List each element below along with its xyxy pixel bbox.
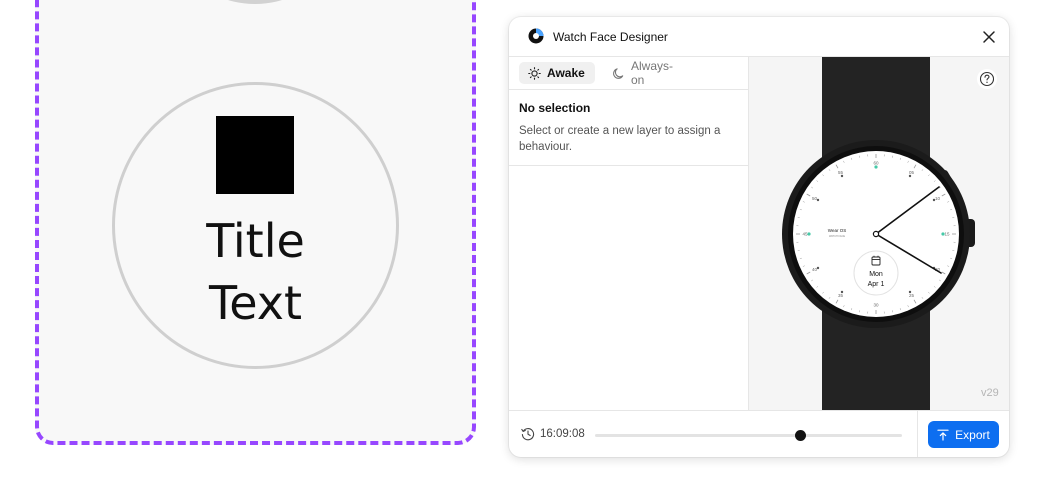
dial-number: 40: [812, 267, 818, 272]
dial-number: 50: [812, 196, 818, 201]
close-icon[interactable]: [980, 28, 998, 46]
current-time: 16:09:08: [540, 428, 585, 440]
history-clock-icon: [521, 428, 535, 441]
hands-pivot: [872, 230, 880, 238]
help-icon[interactable]: [977, 69, 997, 89]
brand-subtext: WATCH FACE: [829, 235, 845, 238]
tab-awake-label: Awake: [547, 66, 585, 80]
watch-preview-panel: 60 05 10 15 20 25 30 35 40 45 50 55 Wear OS WATCH F…: [749, 57, 1009, 410]
selection-info: No selection Select or create a new laye…: [509, 90, 749, 166]
moon-icon: [613, 67, 624, 79]
time-scrubber-handle[interactable]: [795, 430, 807, 441]
timeline-footer: 16:09:08 Export: [509, 410, 1009, 457]
dial-number: 25: [909, 293, 915, 298]
placeholder-image-square: [216, 116, 294, 194]
selection-title: No selection: [519, 101, 591, 115]
dial-number: 60: [873, 161, 879, 166]
window-titlebar: Watch Face Designer: [509, 17, 1009, 57]
tab-awake[interactable]: Awake: [519, 62, 595, 84]
dial-number: 45: [802, 232, 808, 237]
complication-day: Mon: [869, 271, 883, 278]
complication-date: Apr 1: [868, 281, 885, 288]
watch-preview: 600510152025303540455055 Wear OS WATCH F…: [782, 57, 975, 410]
dial-number: 55: [838, 170, 844, 175]
tab-always-on-label: Always-on: [631, 59, 674, 87]
brand-text: Wear OS: [828, 228, 846, 233]
dial-number: 05: [909, 170, 915, 175]
sun-icon: [528, 66, 541, 80]
dial-number: 10: [935, 196, 941, 201]
dial-number: 30: [873, 303, 879, 308]
preview-title-text: Title Text: [206, 214, 305, 330]
time-scrubber-track[interactable]: [595, 434, 902, 437]
upload-icon: [937, 429, 949, 441]
export-label: Export: [955, 427, 990, 442]
window-title: Watch Face Designer: [553, 30, 668, 44]
dial-number: 15: [944, 232, 950, 237]
mode-tabs: Awake Always-on: [509, 57, 749, 90]
footer-divider: [917, 411, 918, 457]
app-logo-icon: [528, 28, 544, 44]
selection-description: Select or create a new layer to assign a…: [519, 125, 721, 153]
watch-face-designer-window: Watch Face Designer Awake Always-on No s…: [509, 17, 1009, 457]
export-button[interactable]: Export: [928, 421, 999, 448]
tab-always-on[interactable]: Always-on: [603, 59, 695, 87]
behaviour-panel: Awake Always-on No selection Select or c…: [509, 57, 749, 410]
dial-number: 35: [838, 293, 844, 298]
version-label: v29: [981, 387, 999, 399]
